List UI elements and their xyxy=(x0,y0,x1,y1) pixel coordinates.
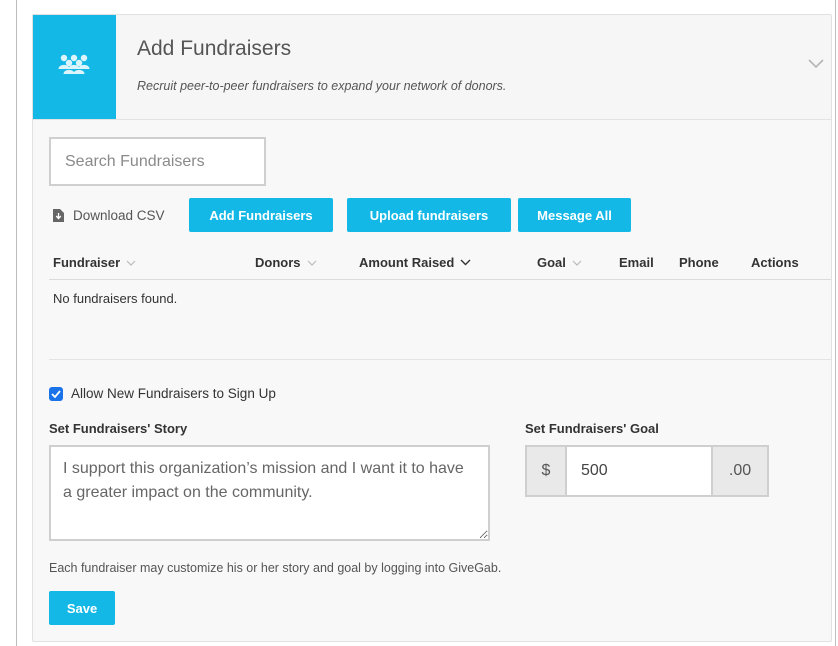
header-icon-box xyxy=(33,15,116,119)
save-button[interactable]: Save xyxy=(49,591,115,625)
column-header-phone: Phone xyxy=(679,255,719,270)
sort-chevron-icon xyxy=(572,260,582,266)
download-file-icon xyxy=(53,209,64,222)
sort-chevron-icon xyxy=(307,260,316,266)
download-csv-link[interactable]: Download CSV xyxy=(53,208,165,223)
search-fundraisers-input[interactable] xyxy=(49,137,266,186)
checkmark-icon xyxy=(51,389,61,398)
column-header-donors[interactable]: Donors xyxy=(255,255,317,270)
currency-prefix: $ xyxy=(525,445,567,497)
column-header-goal[interactable]: Goal xyxy=(537,255,582,270)
column-header-fundraiser[interactable]: Fundraiser xyxy=(53,255,136,270)
sort-chevron-icon xyxy=(460,259,471,266)
message-all-button[interactable]: Message All xyxy=(518,198,631,232)
users-group-icon xyxy=(58,54,90,74)
story-label: Set Fundraisers' Story xyxy=(49,421,188,436)
panel-title: Add Fundraisers xyxy=(137,37,292,60)
empty-table-message: No fundraisers found. xyxy=(53,291,178,306)
download-csv-label: Download CSV xyxy=(73,208,165,223)
goal-input-group: $ .00 xyxy=(525,445,769,497)
upload-fundraisers-button[interactable]: Upload fundraisers xyxy=(347,198,511,232)
sort-chevron-icon xyxy=(126,260,136,266)
goal-label: Set Fundraisers' Goal xyxy=(525,421,659,436)
allow-signup-checkbox[interactable] xyxy=(49,386,63,401)
cents-suffix: .00 xyxy=(711,445,769,497)
column-header-actions: Actions xyxy=(751,255,799,270)
allow-signup-checkbox-row[interactable]: Allow New Fundraisers to Sign Up xyxy=(49,386,276,401)
panel-header[interactable]: Add Fundraisers Recruit peer-to-peer fun… xyxy=(33,15,831,120)
story-textarea[interactable]: I support this organization’s mission an… xyxy=(49,445,490,541)
goal-amount-input[interactable] xyxy=(567,445,711,497)
section-divider xyxy=(49,359,831,360)
table-header-divider xyxy=(49,279,831,280)
add-fundraisers-panel: Add Fundraisers Recruit peer-to-peer fun… xyxy=(32,14,832,642)
chevron-down-icon[interactable] xyxy=(808,59,824,69)
allow-signup-label: Allow New Fundraisers to Sign Up xyxy=(71,386,276,401)
add-fundraisers-button[interactable]: Add Fundraisers xyxy=(189,198,333,232)
column-header-email: Email xyxy=(619,255,654,270)
panel-subtitle: Recruit peer-to-peer fundraisers to expa… xyxy=(137,79,507,93)
column-header-amount-raised[interactable]: Amount Raised xyxy=(359,255,471,270)
help-text: Each fundraiser may customize his or her… xyxy=(49,561,502,575)
